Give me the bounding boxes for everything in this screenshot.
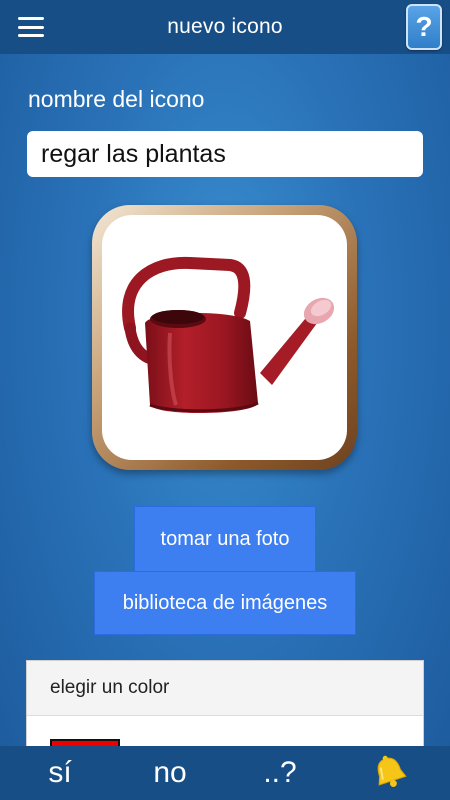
bell-icon[interactable] [362,746,418,800]
color-picker-header: elegir un color [27,661,423,716]
no-button[interactable]: no [140,746,200,800]
icon-preview-frame[interactable] [92,205,357,470]
image-library-button[interactable]: biblioteca de imágenes [94,571,356,635]
icon-name-label: nombre del icono [28,86,205,112]
take-photo-button[interactable]: tomar una foto [134,506,316,572]
help-button[interactable]: ? [406,4,442,50]
color-picker-panel: elegir un color [26,660,424,760]
question-button[interactable]: ..? [250,746,310,800]
menu-icon[interactable] [16,14,46,40]
page-title: nuevo icono [167,15,283,38]
bottom-bar: sí no ..? [0,746,450,800]
icon-name-input[interactable] [27,131,423,177]
yes-button[interactable]: sí [30,746,90,800]
icon-preview-image [102,215,347,460]
top-app-bar: nuevo icono ? [0,0,450,54]
watering-can-icon [121,256,334,413]
